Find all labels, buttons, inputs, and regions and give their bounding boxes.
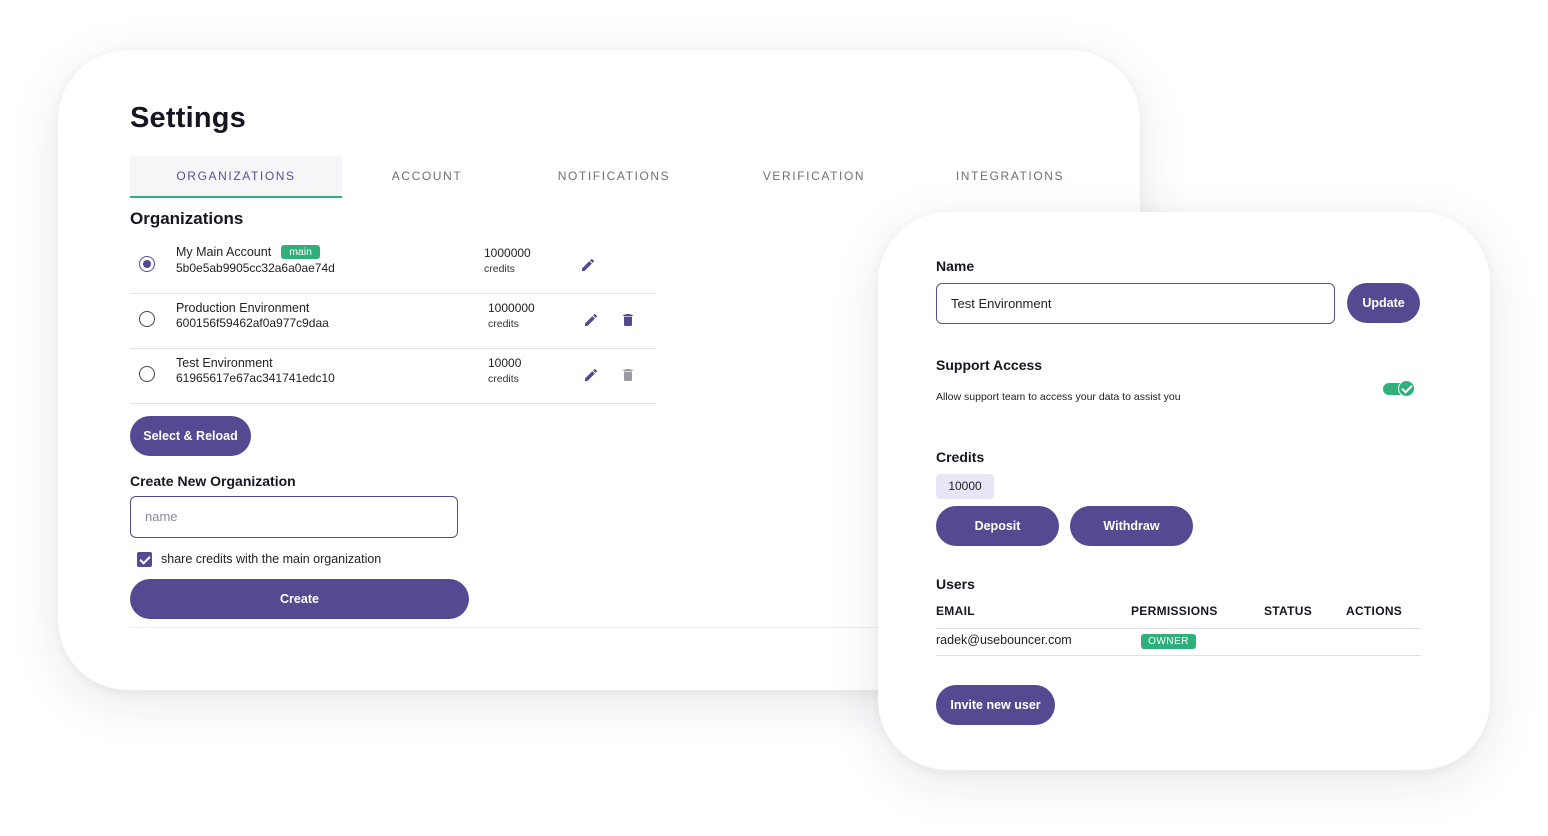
pencil-icon[interactable]	[580, 257, 596, 273]
org-radio-test[interactable]	[139, 366, 155, 382]
column-actions: ACTIONS	[1346, 604, 1403, 618]
org-id: 5b0e5ab9905cc32a6a0ae74d	[176, 261, 335, 275]
check-icon	[1398, 380, 1415, 397]
org-row-main[interactable]: My Main Account main 5b0e5ab9905cc32a6a0a…	[130, 239, 656, 294]
org-name: Production Environment	[176, 301, 310, 315]
organizations-heading: Organizations	[130, 209, 244, 228]
share-credits-label: share credits with the main organization	[161, 552, 382, 566]
org-credits-value: 1000000	[488, 301, 535, 315]
organization-name-input[interactable]: Test Environment	[936, 283, 1335, 324]
org-credits-value: 1000000	[484, 246, 531, 260]
tab-organizations[interactable]: ORGANIZATIONS	[130, 156, 342, 198]
divider	[130, 627, 890, 628]
org-id: 61965617e67ac341741edc10	[176, 371, 335, 385]
deposit-button[interactable]: Deposit	[936, 506, 1059, 546]
org-name: Test Environment	[176, 356, 273, 370]
tab-verification[interactable]: VERIFICATION	[734, 156, 894, 196]
org-credits-label: credits	[488, 318, 519, 330]
main-badge: main	[281, 245, 320, 259]
org-radio-main[interactable]	[139, 256, 155, 272]
pencil-icon[interactable]	[583, 367, 599, 383]
org-credits-label: credits	[488, 373, 519, 385]
column-permissions: PERMISSIONS	[1131, 604, 1218, 618]
support-access-heading: Support Access	[936, 357, 1043, 373]
org-name-input[interactable]: name	[130, 496, 458, 538]
organization-name-value: Test Environment	[951, 296, 1052, 311]
org-credits-label: credits	[484, 263, 515, 275]
organization-detail-card: Name Test Environment Update Support Acc…	[878, 212, 1490, 770]
invite-user-button[interactable]: Invite new user	[936, 685, 1055, 725]
support-access-description: Allow support team to access your data t…	[936, 391, 1181, 403]
user-email: radek@usebouncer.com	[936, 633, 1072, 647]
org-credits-value: 10000	[488, 356, 522, 370]
trash-icon[interactable]	[620, 311, 636, 329]
table-divider	[936, 628, 1421, 629]
org-id: 600156f59462af0a977c9daa	[176, 316, 329, 330]
tab-account[interactable]: ACCOUNT	[342, 156, 512, 196]
org-name-placeholder: name	[145, 509, 178, 524]
org-row-test[interactable]: Test Environment 61965617e67ac341741edc1…	[130, 349, 656, 404]
permission-badge: OWNER	[1141, 634, 1196, 649]
org-radio-production[interactable]	[139, 311, 155, 327]
table-divider	[936, 655, 1421, 656]
update-button[interactable]: Update	[1347, 283, 1420, 323]
pencil-icon[interactable]	[583, 312, 599, 328]
column-status: STATUS	[1264, 604, 1313, 618]
credits-value: 10000	[936, 474, 994, 499]
create-button[interactable]: Create	[130, 579, 469, 619]
select-reload-button[interactable]: Select & Reload	[130, 416, 251, 456]
org-name: My Main Account main	[176, 245, 320, 259]
org-row-production[interactable]: Production Environment 600156f59462af0a9…	[130, 294, 656, 349]
create-org-heading: Create New Organization	[130, 473, 296, 489]
users-heading: Users	[936, 576, 975, 592]
tab-notifications[interactable]: NOTIFICATIONS	[534, 156, 694, 196]
page-title: Settings	[130, 102, 246, 134]
name-label: Name	[936, 258, 975, 274]
support-access-toggle[interactable]	[1383, 380, 1415, 397]
tab-integrations[interactable]: INTEGRATIONS	[930, 156, 1090, 196]
withdraw-button[interactable]: Withdraw	[1070, 506, 1193, 546]
trash-icon	[623, 369, 633, 381]
credits-heading: Credits	[936, 449, 985, 465]
column-email: EMAIL	[936, 604, 975, 618]
share-credits-checkbox[interactable]	[137, 552, 152, 567]
